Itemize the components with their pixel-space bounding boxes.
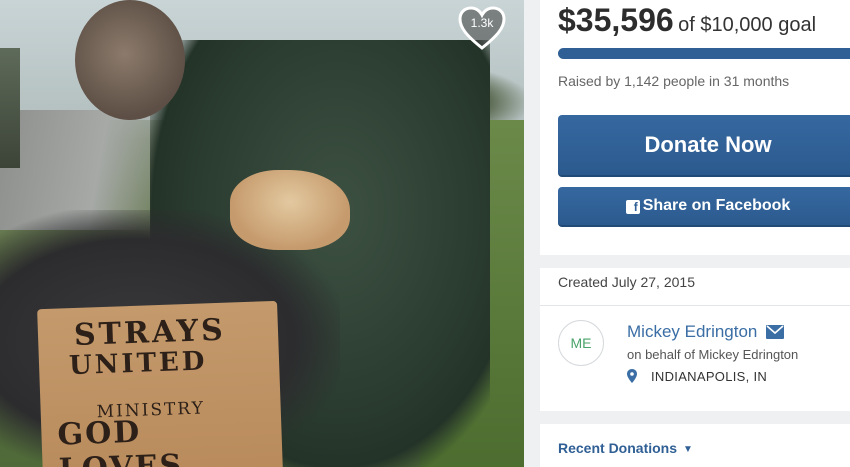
section-divider xyxy=(540,255,850,268)
like-count: 1.3k xyxy=(470,16,494,30)
goal-text: of $10,000 goal xyxy=(678,14,817,36)
campaign-photo: STRAYS UNITED MINISTRY GOD LOVES 1.3k xyxy=(0,0,524,467)
avatar: ME xyxy=(558,320,604,366)
like-button[interactable]: 1.3k xyxy=(457,5,507,51)
progress-bar xyxy=(558,48,850,59)
raised-by-text: Raised by 1,142 people in 31 months xyxy=(558,73,790,89)
recent-donations-toggle[interactable]: Recent Donations ▼ xyxy=(558,440,693,456)
photo-dog xyxy=(230,170,350,250)
map-pin-icon xyxy=(627,369,637,383)
caret-down-icon: ▼ xyxy=(683,444,693,455)
photo-truck xyxy=(0,48,20,168)
donation-panel: $35,596 of $10,000 goal Raised by 1,142 … xyxy=(540,0,850,255)
mail-icon[interactable] xyxy=(766,325,785,339)
cardboard-sign: STRAYS UNITED MINISTRY GOD LOVES xyxy=(37,300,283,467)
recent-donations-label: Recent Donations xyxy=(558,440,678,456)
share-facebook-button[interactable]: f Share on Facebook xyxy=(558,187,850,227)
organizer-name: Mickey Edrington xyxy=(627,322,758,341)
organizer-name-link[interactable]: Mickey Edrington xyxy=(627,322,785,342)
location: INDIANAPOLIS, IN xyxy=(627,369,767,384)
sign-line: UNITED xyxy=(68,346,208,382)
on-behalf-text: on behalf of Mickey Edrington xyxy=(627,347,799,362)
share-label: Share on Facebook xyxy=(642,197,791,214)
donate-now-button[interactable]: Donate Now xyxy=(558,115,850,177)
photo-man-head xyxy=(75,0,185,120)
recent-donations-section: Recent Donations ▼ xyxy=(540,424,850,467)
amount-raised: $35,596 xyxy=(558,2,674,38)
organizer-panel: Created July 27, 2015 ME Mickey Edringto… xyxy=(540,268,850,411)
separator-line xyxy=(540,305,850,306)
facebook-icon: f xyxy=(625,200,640,214)
created-date: Created July 27, 2015 xyxy=(558,274,695,290)
location-text: INDIANAPOLIS, IN xyxy=(651,369,768,384)
amount-row: $35,596 of $10,000 goal xyxy=(558,2,816,39)
